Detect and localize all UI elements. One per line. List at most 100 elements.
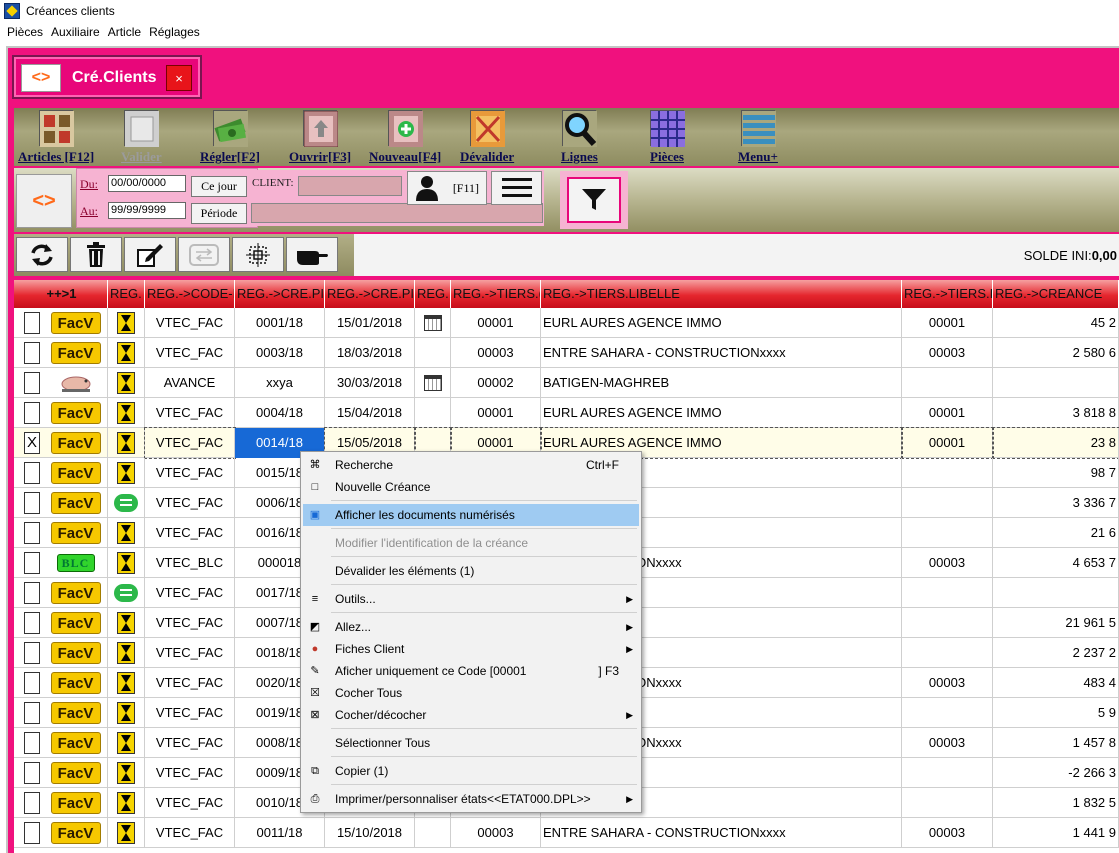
context-menu-item[interactable]: ⊠ Cocher/décocher ▶ [303,704,639,726]
row-checkbox[interactable] [24,672,40,694]
tiers-id-cell[interactable] [902,578,993,608]
table-row[interactable]: FacV VTEC_FAC 0011/18 15/10/2018 00003 ENTRE … [14,818,1119,848]
code-cell[interactable]: VTEC_FAC [145,308,235,338]
column-header[interactable]: REG.->CREANCE [993,280,1119,308]
tiers-id-cell[interactable]: 00003 [902,668,993,698]
row-checkbox[interactable] [24,702,40,724]
creance-cell[interactable]: 1 832 5 [993,788,1119,818]
filter-button[interactable] [567,177,621,223]
column-header[interactable]: REG.->CRE.PI [325,280,415,308]
tiers-id-cell[interactable]: 00003 [902,338,993,368]
row-checkbox[interactable]: X [24,432,40,454]
code-cell[interactable]: VTEC_FAC [145,758,235,788]
row-checkbox[interactable] [24,402,40,424]
ce-jour-button[interactable]: Ce jour [191,176,247,197]
tiers-libelle-cell[interactable]: EURL AURES AGENCE IMMO [541,308,902,338]
tiers-id-cell[interactable]: 00001 [902,398,993,428]
tiers-id-cell[interactable] [902,488,993,518]
code-cell[interactable]: VTEC_FAC [144,427,236,459]
creance-cell[interactable]: 2 237 2 [993,638,1119,668]
creance-cell[interactable]: 21 961 5 [993,608,1119,638]
code-cell[interactable]: VTEC_FAC [145,578,235,608]
code-cell[interactable]: VTEC_FAC [145,638,235,668]
row-checkbox[interactable] [24,822,40,844]
column-header[interactable]: ++>1 [14,280,108,308]
client-lookup-button[interactable]: [F11] [407,171,487,205]
tiers-code-cell[interactable]: 00001 [451,308,541,338]
creance-cell[interactable]: 98 7 [993,458,1119,488]
transfer-button[interactable] [178,237,230,272]
piece-cell[interactable]: 0001/18 [235,308,325,338]
point-button[interactable] [286,237,338,272]
row-checkbox[interactable] [24,762,40,784]
code-cell[interactable]: AVANCE [145,368,235,398]
toolbar-button-pièces[interactable]: Pièces [650,110,685,165]
toolbar-button-régler[interactable]: Régler[F2] [200,110,260,165]
tiers-libelle-cell[interactable]: BATIGEN-MAGHREB [541,368,902,398]
creance-cell[interactable] [993,368,1119,398]
tab-close-button[interactable]: × [166,65,192,91]
column-header[interactable]: REG.->CODE-I [145,280,235,308]
refresh-button[interactable] [16,237,68,272]
tiers-id-cell[interactable] [902,458,993,488]
toolbar-button-nouveau[interactable]: Nouveau[F4] [369,110,441,165]
toolbar-button-ouvrir[interactable]: Ouvrir[F3] [289,110,351,165]
date-cell[interactable]: 30/03/2018 [325,368,415,398]
table-row[interactable]: FacV VTEC_FAC 0001/18 15/01/2018 00001 EURL A… [14,308,1119,338]
date-cell[interactable]: 15/01/2018 [325,308,415,338]
row-checkbox[interactable] [24,792,40,814]
table-row[interactable]: FacV VTEC_FAC 0003/18 18/03/2018 00003 ENTRE … [14,338,1119,368]
column-header[interactable]: REG.->TIERS.LIBELLE [541,280,902,308]
date-cell[interactable]: 15/10/2018 [325,818,415,848]
delete-button[interactable] [70,237,122,272]
column-header[interactable]: REG.->TIERS.( [451,280,541,308]
column-header[interactable]: REG.->CRE.PI [235,280,325,308]
row-checkbox[interactable] [24,342,40,364]
context-menu-item[interactable]: ⌘ Recherche Ctrl+F [303,454,639,476]
row-checkbox[interactable] [24,552,40,574]
context-menu-item[interactable]: ⎙ Imprimer/personnaliser états<<ETAT000.D… [303,788,639,810]
creance-cell[interactable]: 3 818 8 [993,398,1119,428]
menu-article[interactable]: Article [108,25,141,39]
tiers-libelle-cell[interactable]: EURL AURES AGENCE IMMO [541,398,902,428]
context-menu-item[interactable]: ✎ Aficher uniquement ce Code [00001] F3 [303,660,639,682]
column-header[interactable]: REG. [108,280,145,308]
context-menu-item[interactable]: ◩ Allez... ▶ [303,616,639,638]
creance-cell[interactable]: 21 6 [993,518,1119,548]
tiers-id-cell[interactable] [902,518,993,548]
code-cell[interactable]: VTEC_FAC [145,728,235,758]
code-cell[interactable]: VTEC_FAC [145,518,235,548]
date-cell[interactable]: 15/04/2018 [325,398,415,428]
tiers-id-cell[interactable] [902,638,993,668]
table-row[interactable]: AVANCE xxya 30/03/2018 00002 BATIGEN-MAGHREB [14,368,1119,398]
row-checkbox[interactable] [24,612,40,634]
creance-cell[interactable]: 1 457 8 [993,728,1119,758]
creance-cell[interactable]: 2 580 6 [993,338,1119,368]
row-checkbox[interactable] [24,522,40,544]
row-checkbox[interactable] [24,462,40,484]
creance-cell[interactable]: 45 2 [993,308,1119,338]
code-cell[interactable]: VTEC_FAC [145,668,235,698]
du-date-input[interactable]: 00/00/0000 [108,175,186,192]
tiers-id-cell[interactable] [902,758,993,788]
toolbar-button-dévalider[interactable]: Dévalider [460,110,514,165]
toolbar-button-articles[interactable]: Articles [F12] [18,110,94,165]
list-menu-button[interactable] [491,171,542,205]
context-menu-item[interactable]: ▣ Afficher les documents numérisés [303,504,639,526]
context-menu-item[interactable]: □ Nouvelle Créance [303,476,639,498]
au-date-input[interactable]: 99/99/9999 [108,202,186,219]
tiers-id-cell[interactable] [902,368,993,398]
creance-cell[interactable]: 4 653 7 [993,548,1119,578]
tiers-code-cell[interactable]: 00002 [451,368,541,398]
context-menu-item[interactable]: Dévalider les éléments (1) [303,560,639,582]
date-cell[interactable]: 18/03/2018 [325,338,415,368]
tiers-id-cell[interactable]: 00001 [901,427,994,459]
tiers-id-cell[interactable]: 00003 [902,818,993,848]
select-area-button[interactable] [232,237,284,272]
tiers-libelle-cell[interactable]: ENTRE SAHARA - CONSTRUCTIONxxxx [541,338,902,368]
tiers-code-cell[interactable]: 00003 [451,338,541,368]
code-cell[interactable]: VTEC_FAC [145,488,235,518]
tiers-id-cell[interactable]: 00003 [902,728,993,758]
piece-cell[interactable]: xxya [235,368,325,398]
tiers-id-cell[interactable]: 00003 [902,548,993,578]
